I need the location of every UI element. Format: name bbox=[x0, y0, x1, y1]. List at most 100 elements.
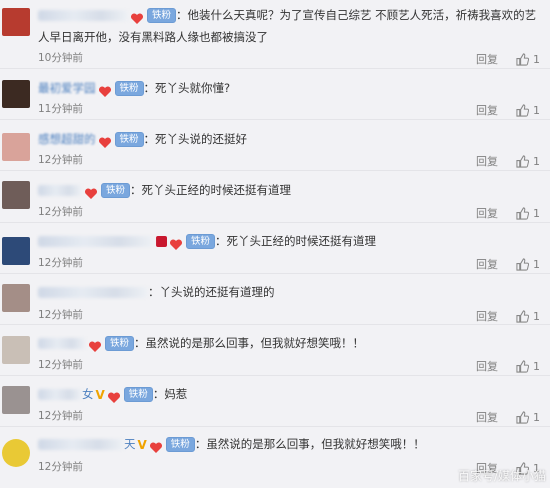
heart-icon bbox=[88, 338, 102, 352]
reply-button[interactable]: 回复 bbox=[476, 51, 498, 67]
comment-text-line: 感想超甜的 铁粉 ：死丫头说的还挺好 bbox=[38, 128, 544, 150]
username[interactable] bbox=[38, 338, 86, 349]
reply-button[interactable]: 回复 bbox=[476, 308, 498, 324]
fan-badge: 铁粉 bbox=[114, 81, 144, 96]
like-count: 1 bbox=[533, 359, 540, 373]
username[interactable]: 最初爱学园 bbox=[38, 81, 96, 95]
like-count: 1 bbox=[533, 309, 540, 323]
comment-item: 最初爱学园 铁粉 ：死丫头就你懂? 11分钟前 回复 1 bbox=[0, 69, 550, 120]
comment-text-line: 铁粉 ：死丫头正经的时候还挺有道理 bbox=[38, 179, 544, 201]
comment-text-line: 铁粉 ：死丫头正经的时候还挺有道理 bbox=[38, 230, 544, 252]
comment-text-line: 最初爱学园 铁粉 ：死丫头就你懂? bbox=[38, 77, 544, 99]
comment-text: ：死丫头说的还挺好 bbox=[143, 132, 248, 146]
thumbs-up-icon bbox=[516, 257, 529, 271]
like-button[interactable]: 1 bbox=[516, 155, 540, 168]
username[interactable]: 感想超甜的 bbox=[38, 132, 96, 146]
comment-time: 12分钟前 bbox=[38, 461, 83, 473]
reply-button[interactable]: 回复 bbox=[476, 256, 498, 272]
thumbs-up-icon bbox=[516, 359, 529, 373]
verified-icon: V bbox=[95, 387, 105, 402]
avatar[interactable] bbox=[2, 284, 30, 312]
comment-time: 12分钟前 bbox=[38, 359, 83, 371]
fan-badge: 铁粉 bbox=[165, 437, 195, 452]
avatar[interactable] bbox=[2, 386, 30, 414]
heart-icon bbox=[107, 389, 121, 403]
verified-icon: V bbox=[137, 437, 147, 452]
username[interactable] bbox=[38, 185, 82, 196]
comment-item: 铁粉 ：虽然说的是那么回事，但我就好想笑哦！！ 12分钟前 回复 1 bbox=[0, 325, 550, 376]
reply-button[interactable]: 回复 bbox=[476, 102, 498, 118]
avatar[interactable] bbox=[2, 237, 30, 265]
fan-badge: 铁粉 bbox=[105, 336, 135, 351]
comment-text: ：丫头说的还挺有道理的 bbox=[148, 285, 275, 299]
reply-button[interactable]: 回复 bbox=[476, 358, 498, 374]
like-count: 1 bbox=[533, 410, 540, 424]
like-count: 1 bbox=[533, 103, 540, 117]
comment-item: 铁粉 ：他装什么天真呢？为了宣传自己综艺 不顾艺人死活，祈祷我喜欢的艺人早日离开他… bbox=[0, 0, 550, 69]
like-button[interactable]: 1 bbox=[516, 207, 540, 220]
comment-text: ：虽然说的是那么回事，但我就好想笑哦！！ bbox=[134, 336, 365, 350]
thumbs-up-icon bbox=[516, 52, 529, 66]
comment-text-line: 铁粉 ：他装什么天真呢？为了宣传自己综艺 不顾艺人死活，祈祷我喜欢的艺人早日离开他… bbox=[38, 4, 544, 48]
avatar[interactable] bbox=[2, 439, 30, 467]
username[interactable] bbox=[38, 287, 148, 298]
avatar[interactable] bbox=[2, 336, 30, 364]
comment-time: 11分钟前 bbox=[38, 103, 83, 115]
like-count: 1 bbox=[533, 154, 540, 168]
reply-button[interactable]: 回复 bbox=[476, 205, 498, 221]
username[interactable] bbox=[38, 236, 154, 247]
comment-text: ：死丫头正经的时候还挺有道理 bbox=[215, 234, 377, 248]
comment-text-line: 铁粉 ：虽然说的是那么回事，但我就好想笑哦！！ bbox=[38, 332, 544, 354]
comment-text-line: 天 V 铁粉 ：虽然说的是那么回事，但我就好想笑哦！！ bbox=[38, 433, 544, 456]
fan-badge: 铁粉 bbox=[114, 132, 144, 147]
comment-text: ：死丫头正经的时候还挺有道理 bbox=[130, 183, 292, 197]
reply-button[interactable]: 回复 bbox=[476, 409, 498, 425]
comment-time: 12分钟前 bbox=[38, 410, 83, 422]
like-button[interactable]: 1 bbox=[516, 258, 540, 271]
fan-badge: 铁粉 bbox=[101, 183, 131, 198]
comment-item: 铁粉 ：死丫头正经的时候还挺有道理 12分钟前 回复 1 bbox=[0, 223, 550, 274]
like-button[interactable]: 1 bbox=[516, 104, 540, 117]
comment-item: ：丫头说的还挺有道理的 12分钟前 回复 1 bbox=[0, 274, 550, 325]
comment-list: 铁粉 ：他装什么天真呢？为了宣传自己综艺 不顾艺人死活，祈祷我喜欢的艺人早日离开他… bbox=[0, 0, 550, 488]
thumbs-up-icon bbox=[516, 103, 529, 117]
heart-icon bbox=[84, 185, 98, 199]
like-count: 1 bbox=[533, 206, 540, 220]
heart-icon bbox=[169, 236, 183, 250]
reply-button[interactable]: 回复 bbox=[476, 153, 498, 169]
heart-icon bbox=[98, 134, 112, 148]
like-count: 1 bbox=[533, 257, 540, 271]
comment-actions: 回复 1 bbox=[476, 256, 540, 272]
thumbs-up-icon bbox=[516, 206, 529, 220]
comment-time: 10分钟前 bbox=[38, 52, 83, 64]
comment-actions: 回复 1 bbox=[476, 409, 540, 425]
comment-text: ：妈惹 bbox=[152, 387, 188, 401]
username[interactable]: 天 bbox=[124, 437, 136, 451]
watermark: 百家号/媒体小猫 bbox=[457, 469, 546, 483]
comment-text: ：死丫头就你懂? bbox=[143, 81, 231, 95]
thumbs-up-icon bbox=[516, 410, 529, 424]
comment-actions: 回复 1 bbox=[476, 358, 540, 374]
avatar[interactable] bbox=[2, 181, 30, 209]
heart-icon bbox=[98, 83, 112, 97]
like-button[interactable]: 1 bbox=[516, 310, 540, 323]
heart-icon bbox=[130, 10, 144, 24]
like-button[interactable]: 1 bbox=[516, 360, 540, 373]
comment-time: 12分钟前 bbox=[38, 206, 83, 218]
avatar[interactable] bbox=[2, 80, 30, 108]
comment-text: ：虽然说的是那么回事，但我就好想笑哦！！ bbox=[194, 437, 425, 451]
like-button[interactable]: 1 bbox=[516, 411, 540, 424]
avatar[interactable] bbox=[2, 8, 30, 36]
username[interactable] bbox=[38, 10, 128, 21]
username-blur[interactable] bbox=[38, 389, 82, 400]
comment-item: 女 V 铁粉 ：妈惹 12分钟前 回复 1 bbox=[0, 376, 550, 427]
comment-text-line: ：丫头说的还挺有道理的 bbox=[38, 281, 544, 303]
like-count: 1 bbox=[533, 52, 540, 66]
avatar[interactable] bbox=[2, 133, 30, 161]
thumbs-up-icon bbox=[516, 309, 529, 323]
comment-actions: 回复 1 bbox=[476, 102, 540, 118]
like-button[interactable]: 1 bbox=[516, 53, 540, 66]
username[interactable]: 女 bbox=[82, 387, 94, 401]
fan-badge: 铁粉 bbox=[123, 387, 153, 402]
username-blur[interactable] bbox=[38, 439, 124, 450]
